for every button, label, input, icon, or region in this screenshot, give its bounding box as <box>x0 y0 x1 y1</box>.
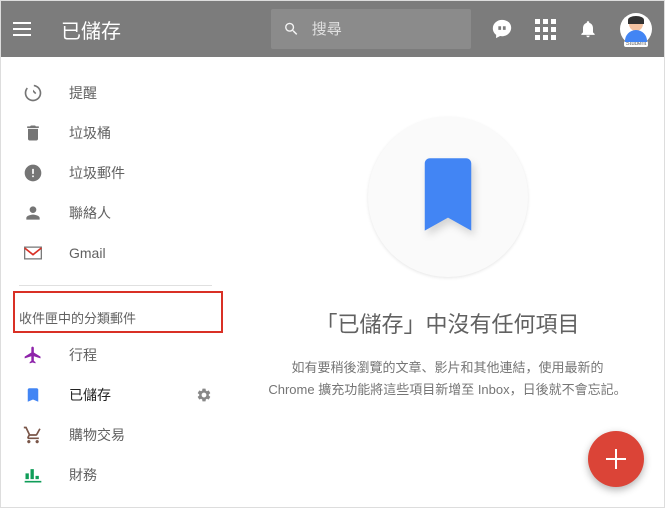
finance-icon <box>21 465 45 485</box>
menu-icon[interactable] <box>13 22 37 36</box>
sidebar-item-trash[interactable]: 垃圾桶 <box>1 113 230 153</box>
bookmark-icon <box>417 158 479 236</box>
gmail-icon <box>21 245 45 261</box>
sidebar-item-label: 已儲存 <box>69 385 111 405</box>
sidebar-item-gmail[interactable]: Gmail <box>1 233 230 273</box>
avatar[interactable]: Student <box>620 13 652 45</box>
bookmark-icon <box>21 386 45 404</box>
sidebar-item-label: 社交 <box>69 505 97 507</box>
search-box[interactable] <box>271 9 471 49</box>
hangouts-icon[interactable] <box>491 18 513 40</box>
empty-state-subtitle: 如有要稍後瀏覽的文章、影片和其他連結，使用最新的 Chrome 擴充功能將這些項… <box>268 357 628 401</box>
sidebar-item-finance[interactable]: 財務 <box>1 455 230 495</box>
search-icon <box>283 19 300 39</box>
sidebar: 提醒 垃圾桶 垃圾郵件 聯絡人 Gmail 收件匣中的分類郵件 行程 已儲存 <box>1 57 231 507</box>
snooze-icon <box>21 83 45 103</box>
sidebar-item-purchases[interactable]: 購物交易 <box>1 415 230 455</box>
empty-state-illustration <box>368 117 528 277</box>
sidebar-item-label: 垃圾桶 <box>69 123 111 143</box>
sidebar-item-snoozed[interactable]: 提醒 <box>1 73 230 113</box>
cart-icon <box>21 425 45 445</box>
plane-icon <box>21 345 45 365</box>
sidebar-item-spam[interactable]: 垃圾郵件 <box>1 153 230 193</box>
people-icon <box>21 505 45 507</box>
gear-icon[interactable] <box>196 387 212 403</box>
spam-icon <box>21 163 45 183</box>
page-title: 已儲存 <box>61 15 121 44</box>
sidebar-section-label: 收件匣中的分類郵件 <box>1 298 230 335</box>
search-input[interactable] <box>312 21 459 38</box>
sidebar-item-trips[interactable]: 行程 <box>1 335 230 375</box>
sidebar-item-saved[interactable]: 已儲存 <box>1 375 230 415</box>
trash-icon <box>21 123 45 143</box>
sidebar-item-contacts[interactable]: 聯絡人 <box>1 193 230 233</box>
apps-icon[interactable] <box>535 19 556 40</box>
sidebar-item-label: 垃圾郵件 <box>69 163 125 183</box>
sidebar-item-label: Gmail <box>69 245 106 261</box>
empty-state-title: 「已儲存」中沒有任何項目 <box>315 307 579 339</box>
sidebar-item-social[interactable]: 社交 <box>1 495 230 507</box>
notifications-icon[interactable] <box>578 19 598 39</box>
app-header: 已儲存 Student <box>1 1 664 57</box>
sidebar-item-label: 財務 <box>69 465 97 485</box>
person-icon <box>21 203 45 223</box>
compose-button[interactable] <box>588 431 644 487</box>
sidebar-item-label: 提醒 <box>69 83 97 103</box>
sidebar-item-label: 行程 <box>69 345 97 365</box>
divider <box>19 285 212 286</box>
sidebar-item-label: 聯絡人 <box>69 203 111 223</box>
sidebar-item-label: 購物交易 <box>69 425 125 445</box>
